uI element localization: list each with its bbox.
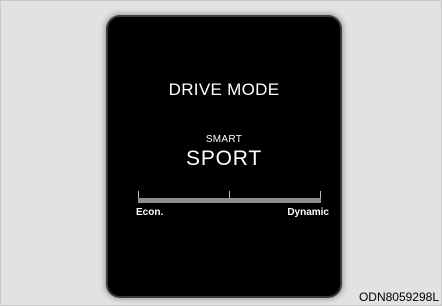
mode-scale-bar [138,198,321,203]
scale-tick-middle [229,191,230,198]
cluster-display: DRIVE MODE SMART SPORT Econ. Dynamic [108,17,340,296]
figure-code: ODN8059298L [358,290,439,304]
active-mode-label: SPORT [186,147,262,170]
submode-label: SMART [205,134,243,145]
scale-tick-left [138,191,139,198]
drive-mode-title: DRIVE MODE [168,80,280,99]
scale-tick-right [320,191,321,198]
scale-label-dynamic: Dynamic [287,207,329,218]
scale-label-econ: Econ. [136,207,164,218]
figure-frame: DRIVE MODE SMART SPORT Econ. Dynamic ODN… [0,0,442,306]
